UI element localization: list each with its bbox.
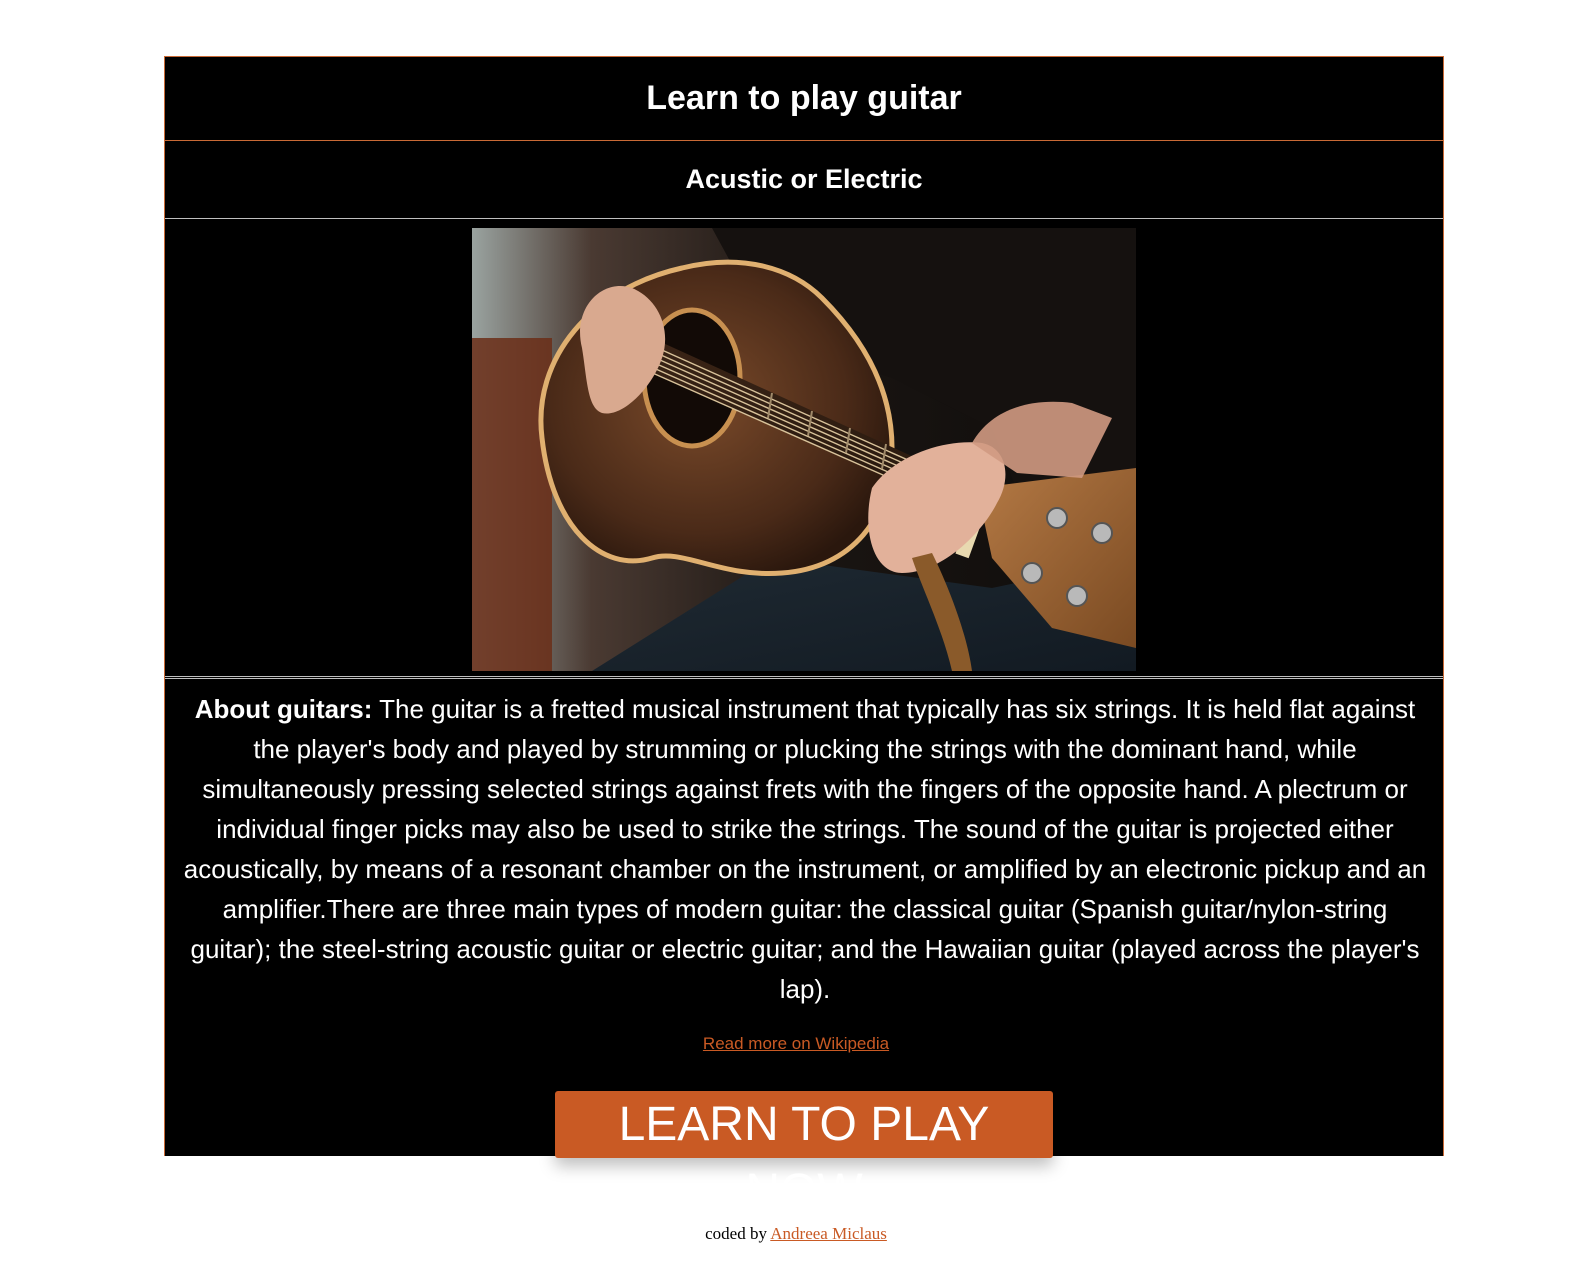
page-title: Learn to play guitar bbox=[646, 79, 962, 117]
learn-to-play-button[interactable]: LEARN TO PLAY NOW bbox=[555, 1091, 1053, 1218]
wikipedia-link[interactable]: Read more on Wikipedia bbox=[703, 1034, 889, 1053]
footer: coded by Andreea Miclaus bbox=[0, 1224, 1592, 1244]
subtitle-bar: Acustic or Electric bbox=[165, 141, 1443, 219]
about-paragraph: About guitars: The guitar is a fretted m… bbox=[183, 689, 1427, 1009]
page-subtitle: Acustic or Electric bbox=[685, 164, 923, 194]
guitar-photo bbox=[472, 228, 1136, 671]
about-label: About guitars: bbox=[194, 694, 373, 724]
about-text: The guitar is a fretted musical instrume… bbox=[183, 694, 1427, 1004]
author-link[interactable]: Andreea Miclaus bbox=[770, 1224, 887, 1243]
wiki-link-wrap: Read more on Wikipedia bbox=[0, 1034, 1592, 1054]
image-section bbox=[165, 219, 1443, 679]
main-card: Learn to play guitar Acustic or Electric bbox=[164, 56, 1444, 1156]
header: Learn to play guitar bbox=[165, 57, 1443, 141]
footer-prefix: coded by bbox=[705, 1224, 771, 1243]
